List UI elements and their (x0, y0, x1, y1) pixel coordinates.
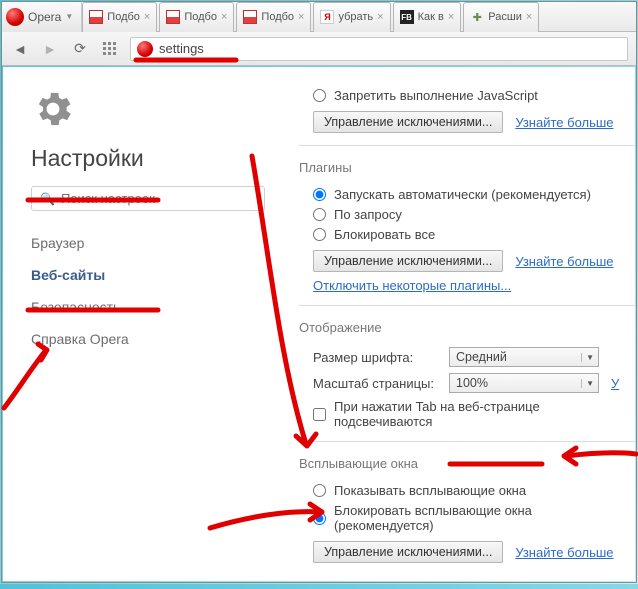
tab-highlight-option[interactable]: При нажатии Tab на веб-странице подсвечи… (313, 399, 635, 429)
plugins-demand-option[interactable]: По запросу (313, 207, 635, 222)
tab-title: убрать (338, 11, 373, 23)
opera-page-icon (137, 41, 153, 57)
address-bar[interactable]: settings (130, 37, 628, 61)
zoom-learn-more-link[interactable]: У (611, 376, 619, 391)
browser-tab[interactable]: Подбо × (82, 2, 157, 32)
close-icon[interactable]: × (448, 11, 454, 23)
close-icon[interactable]: × (221, 11, 227, 23)
radio-input[interactable] (313, 512, 326, 525)
js-deny-option[interactable]: Запретить выполнение JavaScript (313, 88, 635, 103)
settings-panel: Запретить выполнение JavaScript Управлен… (299, 67, 635, 581)
checkbox-input[interactable] (313, 408, 326, 421)
js-deny-label: Запретить выполнение JavaScript (334, 88, 538, 103)
page-zoom-select[interactable]: 100% ▼ (449, 373, 599, 393)
back-button[interactable]: ◄ (10, 39, 30, 59)
popups-block-label: Блокировать всплывающие окна (рекомендуе… (334, 503, 635, 533)
radio-input[interactable] (313, 89, 326, 102)
settings-search[interactable]: 🔍 (31, 186, 265, 211)
tab-title: Как в (418, 11, 444, 23)
page-zoom-label: Масштаб страницы: (313, 376, 443, 391)
reload-button[interactable]: ⟳ (70, 39, 90, 59)
popups-heading: Всплывающие окна (299, 456, 635, 471)
font-size-label: Размер шрифта: (313, 350, 443, 365)
search-icon: 🔍 (40, 192, 55, 206)
popups-block-option[interactable]: Блокировать всплывающие окна (рекомендуе… (313, 503, 635, 533)
settings-sidebar: Настройки 🔍 Браузер Веб-сайты Безопаснос… (3, 67, 299, 581)
opera-logo-icon (6, 8, 24, 26)
close-icon[interactable]: × (298, 11, 304, 23)
plugins-heading: Плагины (299, 160, 635, 175)
browser-tab[interactable]: FB Как в × (393, 2, 462, 32)
radio-input[interactable] (313, 484, 326, 497)
toolbar: ◄ ► ⟳ settings (2, 32, 636, 66)
browser-tab[interactable]: ✚ Расши × (463, 2, 539, 32)
popups-exceptions-button[interactable]: Управление исключениями... (313, 541, 503, 563)
sidebar-item-browser[interactable]: Браузер (31, 227, 265, 259)
js-exceptions-button[interactable]: Управление исключениями... (313, 111, 503, 133)
puzzle-icon: ✚ (470, 10, 484, 24)
close-icon[interactable]: × (526, 11, 532, 23)
tab-title: Подбо (107, 11, 140, 23)
titlebar: Opera ▼ Подбо × Подбо × Подбо × Я убрать (2, 2, 636, 32)
dropdown-arrow-icon: ▼ (581, 353, 594, 362)
plugins-block-label: Блокировать все (334, 227, 435, 242)
popups-show-option[interactable]: Показывать всплывающие окна (313, 483, 635, 498)
tab-title: Расши (488, 11, 522, 23)
fb-icon: FB (400, 10, 414, 24)
tab-title: Подбо (184, 11, 217, 23)
gear-icon (31, 87, 75, 131)
address-value: settings (159, 41, 204, 56)
sidebar-item-help[interactable]: Справка Opera (31, 323, 265, 355)
settings-search-input[interactable] (61, 191, 256, 206)
settings-title: Настройки (31, 145, 265, 172)
opera-menu-label: Opera (28, 10, 61, 24)
font-size-value: Средний (456, 350, 507, 364)
js-learn-more-link[interactable]: Узнайте больше (515, 115, 613, 130)
plugins-block-option[interactable]: Блокировать все (313, 227, 635, 242)
forward-button[interactable]: ► (40, 39, 60, 59)
content-area: Настройки 🔍 Браузер Веб-сайты Безопаснос… (3, 67, 635, 581)
dropdown-arrow-icon: ▼ (581, 379, 594, 388)
plugins-auto-label: Запускать автоматически (рекомендуется) (334, 187, 591, 202)
close-icon[interactable]: × (377, 11, 383, 23)
tab-strip: Подбо × Подбо × Подбо × Я убрать × FB Ка… (82, 2, 541, 32)
browser-tab[interactable]: Подбо × (236, 2, 311, 32)
page-zoom-value: 100% (456, 376, 488, 390)
tab-title: Подбо (261, 11, 294, 23)
plugins-auto-option[interactable]: Запускать автоматически (рекомендуется) (313, 187, 635, 202)
bars-icon (243, 10, 257, 24)
yandex-icon: Я (320, 10, 334, 24)
disable-plugins-link[interactable]: Отключить некоторые плагины... (313, 278, 511, 293)
radio-input[interactable] (313, 208, 326, 221)
radio-input[interactable] (313, 188, 326, 201)
font-size-select[interactable]: Средний ▼ (449, 347, 599, 367)
chevron-down-icon: ▼ (65, 12, 73, 21)
sidebar-item-security[interactable]: Безопасность (31, 291, 265, 323)
tab-highlight-label: При нажатии Tab на веб-странице подсвечи… (334, 399, 635, 429)
plugins-exceptions-button[interactable]: Управление исключениями... (313, 250, 503, 272)
plugins-learn-more-link[interactable]: Узнайте больше (515, 254, 613, 269)
close-icon[interactable]: × (144, 11, 150, 23)
popups-learn-more-link[interactable]: Узнайте больше (515, 545, 613, 560)
browser-tab[interactable]: Подбо × (159, 2, 234, 32)
display-heading: Отображение (299, 320, 635, 335)
bars-icon (166, 10, 180, 24)
sidebar-item-websites[interactable]: Веб-сайты (31, 259, 265, 291)
speed-dial-button[interactable] (100, 39, 120, 59)
radio-input[interactable] (313, 228, 326, 241)
plugins-demand-label: По запросу (334, 207, 402, 222)
popups-show-label: Показывать всплывающие окна (334, 483, 526, 498)
browser-tab[interactable]: Я убрать × (313, 2, 390, 32)
bars-icon (89, 10, 103, 24)
opera-menu-button[interactable]: Opera ▼ (2, 2, 82, 32)
